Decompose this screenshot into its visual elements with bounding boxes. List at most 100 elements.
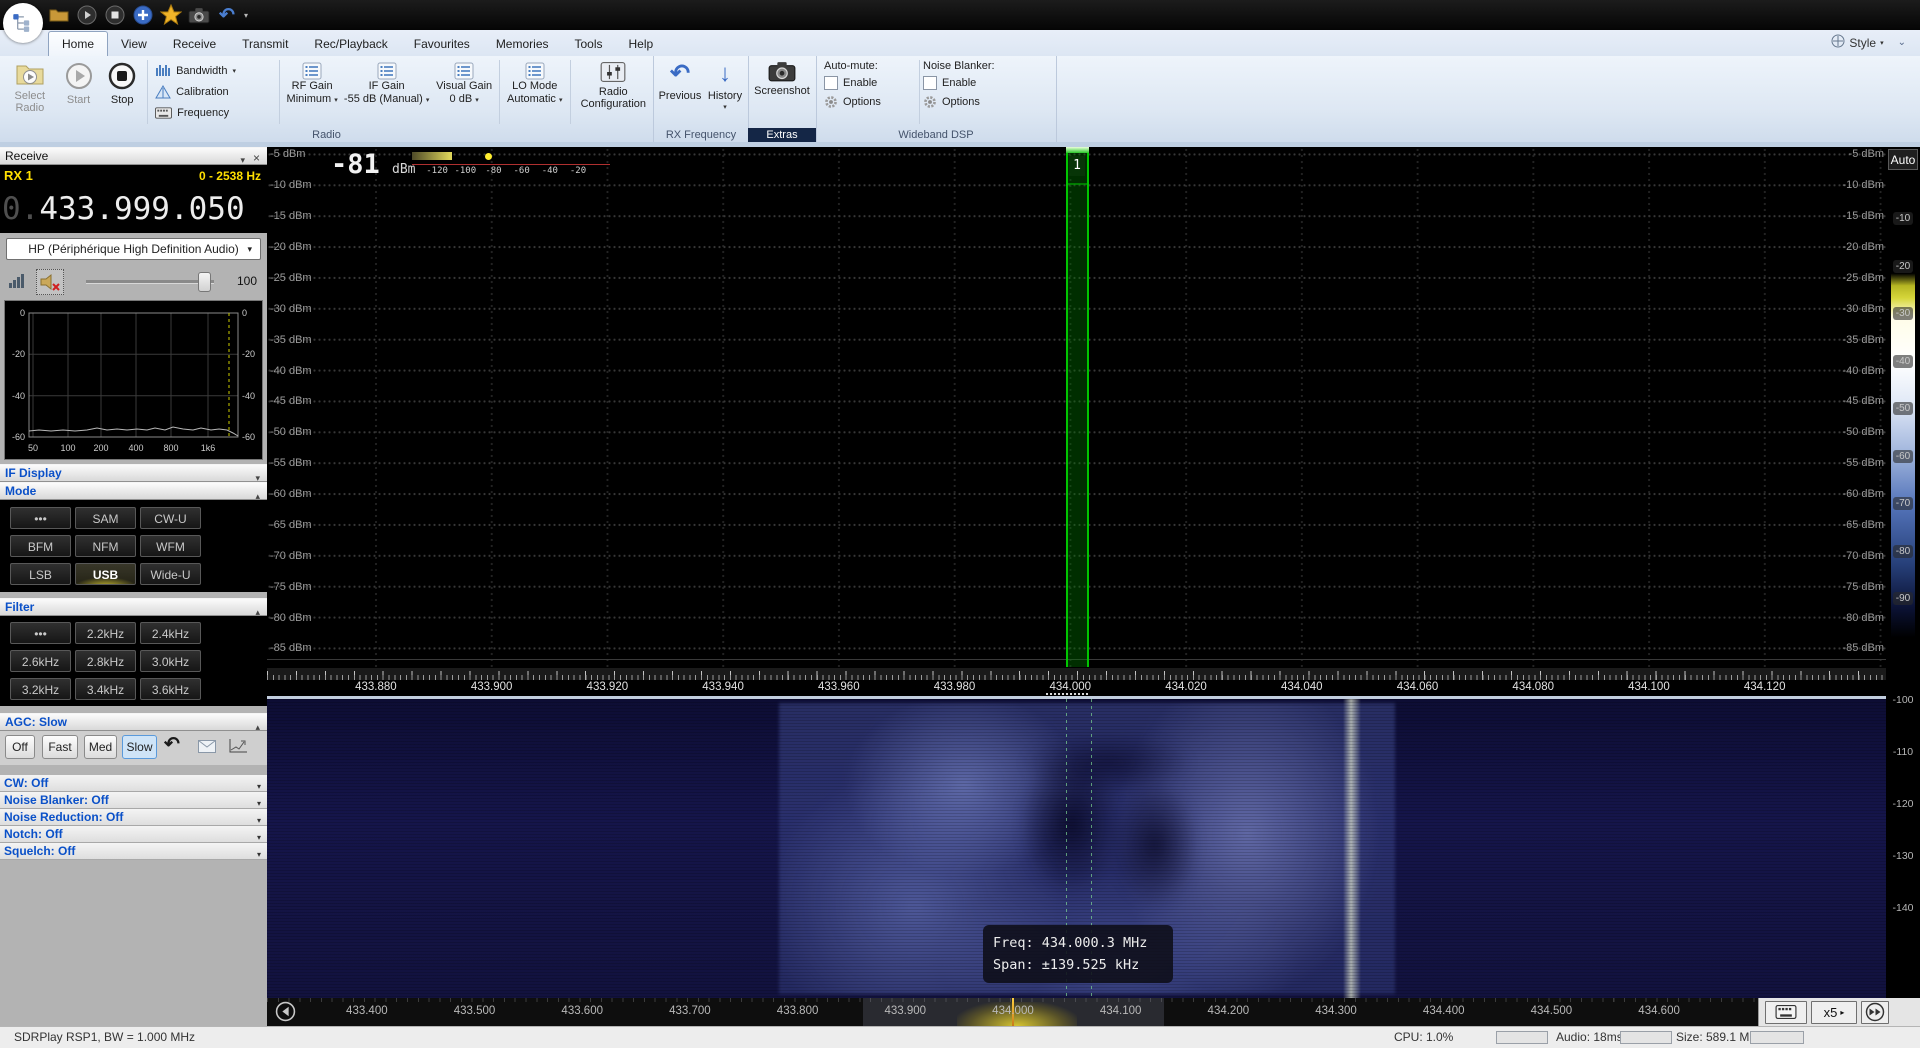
visual-gain-button[interactable]: Visual Gain 0 dB ▾	[432, 56, 496, 128]
favourite-star-icon[interactable]	[160, 4, 182, 26]
tab-view[interactable]: View	[108, 32, 160, 57]
app-menu-button[interactable]	[3, 3, 43, 43]
agc-undo-icon[interactable]: ↶	[164, 733, 180, 756]
audio-device-select[interactable]: HP (Périphérique High Definition Audio) …	[6, 238, 261, 260]
freq-label: 433.880	[318, 681, 434, 693]
mode-more-button[interactable]: •••	[10, 507, 71, 529]
collapsed-section-header[interactable]: Noise Blanker: Off ▾	[0, 792, 267, 809]
collapse-arrow-icon[interactable]: ▾	[257, 847, 261, 863]
mute-button[interactable]	[36, 269, 64, 295]
mode-wfm-button[interactable]: WFM	[140, 535, 201, 557]
tab-home[interactable]: Home	[48, 31, 108, 56]
fast-forward-button[interactable]	[1861, 1001, 1889, 1024]
noise-blanker-options-button[interactable]: Options	[923, 93, 1035, 110]
collapsed-section-header[interactable]: CW: Off ▾	[0, 775, 267, 792]
filter-22-button[interactable]: 2.2kHz	[75, 622, 136, 644]
mode-header[interactable]: Mode ▴	[0, 482, 267, 500]
agc-med-button[interactable]: Med	[84, 735, 117, 759]
open-folder-icon[interactable]	[48, 4, 70, 26]
lo-mode-button[interactable]: LO Mode Automatic ▾	[503, 56, 567, 128]
filter-more-button[interactable]: •••	[10, 622, 71, 644]
agc-envelope-icon[interactable]	[198, 740, 216, 756]
receive-panel-header[interactable]: Receive ▾ ×	[0, 147, 267, 165]
camera-icon[interactable]	[188, 4, 210, 26]
waterfall-scale: -100-110-120-130-140	[1886, 674, 1920, 934]
waterfall-display[interactable]: Freq: 434.000.3 MHz Span: ±139.525 kHz	[267, 699, 1886, 998]
mode-nfm-button[interactable]: NFM	[75, 535, 136, 557]
filter-34-button[interactable]: 3.4kHz	[75, 678, 136, 700]
agc-header[interactable]: AGC: Slow ▴	[0, 713, 267, 731]
dbm-label: -15 dBm	[270, 201, 312, 232]
agc-fast-button[interactable]: Fast	[42, 735, 78, 759]
filter-24-button[interactable]: 2.4kHz	[140, 622, 201, 644]
collapsed-section-header[interactable]: Squelch: Off ▾	[0, 843, 267, 860]
tab-help[interactable]: Help	[616, 32, 667, 57]
rx-marker-badge[interactable]: 1	[1069, 156, 1085, 176]
collapsed-section-header[interactable]: Noise Reduction: Off ▾	[0, 809, 267, 826]
if-spectrum-display[interactable]: 1 -5 dBm-10 dBm-15 dBm-20 dBm-25 dBm-30 …	[267, 147, 1886, 667]
auto-range-button[interactable]: Auto	[1888, 149, 1918, 170]
collapse-ribbon-icon[interactable]: ⌄	[1898, 37, 1906, 48]
agc-slow-button[interactable]: Slow	[122, 735, 157, 759]
noise-blanker-enable-checkbox[interactable]: Enable	[923, 74, 1035, 91]
mode-lsb-button[interactable]: LSB	[10, 563, 71, 585]
tab-tools[interactable]: Tools	[562, 32, 616, 57]
style-button[interactable]: Style	[1849, 36, 1876, 50]
zoom-button[interactable]: x5 ▸	[1811, 1001, 1857, 1024]
select-radio-button[interactable]: Select Radio	[3, 56, 57, 128]
filter-header[interactable]: Filter ▴	[0, 598, 267, 616]
band-navigation-bar[interactable]: 433.400433.500433.600433.700433.800433.9…	[267, 998, 1920, 1026]
volume-slider-thumb[interactable]	[198, 272, 211, 292]
auto-mute-options-button[interactable]: Options	[824, 93, 916, 110]
tab-memories[interactable]: Memories	[483, 32, 562, 57]
filter-32-button[interactable]: 3.2kHz	[10, 678, 71, 700]
tab-receive[interactable]: Receive	[160, 32, 229, 57]
tab-transmit[interactable]: Transmit	[229, 32, 301, 57]
mode-cwu-button[interactable]: CW-U	[140, 507, 201, 529]
palette-label: -70	[1893, 497, 1913, 510]
collapsed-section-header[interactable]: Notch: Off ▾	[0, 826, 267, 843]
start-button[interactable]: Start	[57, 56, 101, 128]
if-gain-button[interactable]: IF Gain -55 dB (Manual) ▾	[341, 56, 432, 128]
rf-gain-button[interactable]: RF Gain Minimum ▾	[283, 56, 341, 128]
signal-bar[interactable]: 1	[1066, 147, 1089, 667]
filter-28-button[interactable]: 2.8kHz	[75, 650, 136, 672]
radio-configuration-button[interactable]: Radio Configuration	[574, 56, 653, 128]
stop-icon[interactable]	[104, 4, 126, 26]
screenshot-button[interactable]: Screenshot	[749, 56, 815, 128]
agc-graph-icon[interactable]	[228, 738, 248, 757]
palette-label: -90	[1893, 592, 1913, 605]
if-display-header[interactable]: IF Display ▾	[0, 464, 267, 482]
smeter-label: -20	[564, 166, 592, 176]
mode-usb-button[interactable]: USB	[75, 563, 136, 585]
filter-30-button[interactable]: 3.0kHz	[140, 650, 201, 672]
play-icon[interactable]	[76, 4, 98, 26]
tab-favourites[interactable]: Favourites	[401, 32, 483, 57]
bandwidth-button[interactable]: Bandwidth▾	[155, 62, 272, 81]
add-icon[interactable]	[132, 4, 154, 26]
mode-bfm-button[interactable]: BFM	[10, 535, 71, 557]
frequency-button[interactable]: Frequency	[155, 104, 272, 123]
stop-button[interactable]: Stop	[100, 56, 144, 128]
style-dropdown-icon[interactable]: ▾	[1880, 39, 1884, 47]
frequency-display[interactable]: 0.433.999.050	[0, 185, 267, 233]
band-freq-label: 434.400	[1390, 1005, 1498, 1017]
filter-36-button[interactable]: 3.6kHz	[140, 678, 201, 700]
undo-icon[interactable]: ↶	[216, 4, 238, 26]
agc-off-button[interactable]: Off	[5, 735, 35, 759]
palette-scale: -10-20-30-40-50-60-70-80-90	[1886, 195, 1920, 623]
calibration-button[interactable]: Calibration	[155, 83, 272, 102]
keyboard-entry-button[interactable]	[1765, 1001, 1807, 1024]
tab-rec-playback[interactable]: Rec/Playback	[301, 32, 400, 57]
volume-slider-track[interactable]	[86, 280, 214, 284]
filter-26-button[interactable]: 2.6kHz	[10, 650, 71, 672]
spectrum-frequency-ruler[interactable]	[267, 667, 1886, 680]
mode-sam-button[interactable]: SAM	[75, 507, 136, 529]
history-button[interactable]: ↓ History ▾	[704, 56, 746, 128]
previous-button[interactable]: ↶ Previous	[656, 56, 704, 128]
qat-dropdown-icon[interactable]: ▾	[244, 11, 248, 20]
auto-mute-enable-checkbox[interactable]: Enable	[824, 74, 916, 91]
scroll-left-button[interactable]	[275, 1001, 296, 1025]
mode-wideu-button[interactable]: Wide-U	[140, 563, 201, 585]
audio-spectrum[interactable]: 0 -20 -40 -60 0 -20 -40 -60 50 100 200 4…	[4, 300, 263, 460]
